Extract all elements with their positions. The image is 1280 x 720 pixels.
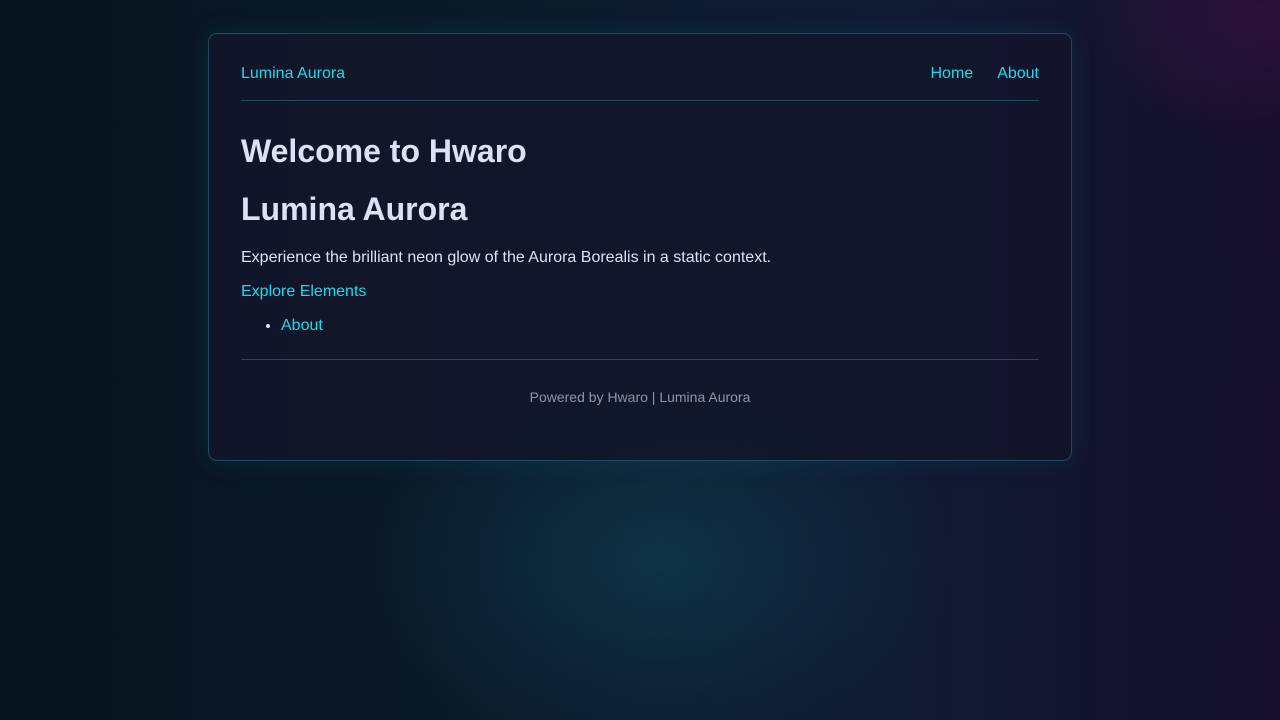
list-item: About bbox=[281, 315, 1039, 337]
page-description: Experience the brilliant neon glow of th… bbox=[241, 249, 772, 266]
list-about-link[interactable]: About bbox=[281, 317, 323, 334]
main-content: Welcome to Hwaro Lumina Aurora Experienc… bbox=[241, 101, 1039, 337]
nav-home-link[interactable]: Home bbox=[931, 65, 974, 83]
page-card: Lumina Aurora Home About Welcome to Hwar… bbox=[208, 33, 1072, 461]
nav-about-link[interactable]: About bbox=[997, 65, 1039, 83]
site-header: Lumina Aurora Home About bbox=[241, 34, 1039, 101]
main-nav: Home About bbox=[931, 65, 1040, 83]
site-footer: Powered by Hwaro | Lumina Aurora bbox=[241, 359, 1039, 405]
page-subtitle: Lumina Aurora bbox=[241, 191, 468, 227]
page-list: About bbox=[241, 315, 1039, 337]
brand-link[interactable]: Lumina Aurora bbox=[241, 65, 345, 83]
explore-elements-link[interactable]: Explore Elements bbox=[241, 281, 1039, 303]
footer-text: Powered by Hwaro | Lumina Aurora bbox=[529, 389, 751, 405]
page-title: Welcome to Hwaro bbox=[241, 133, 527, 169]
